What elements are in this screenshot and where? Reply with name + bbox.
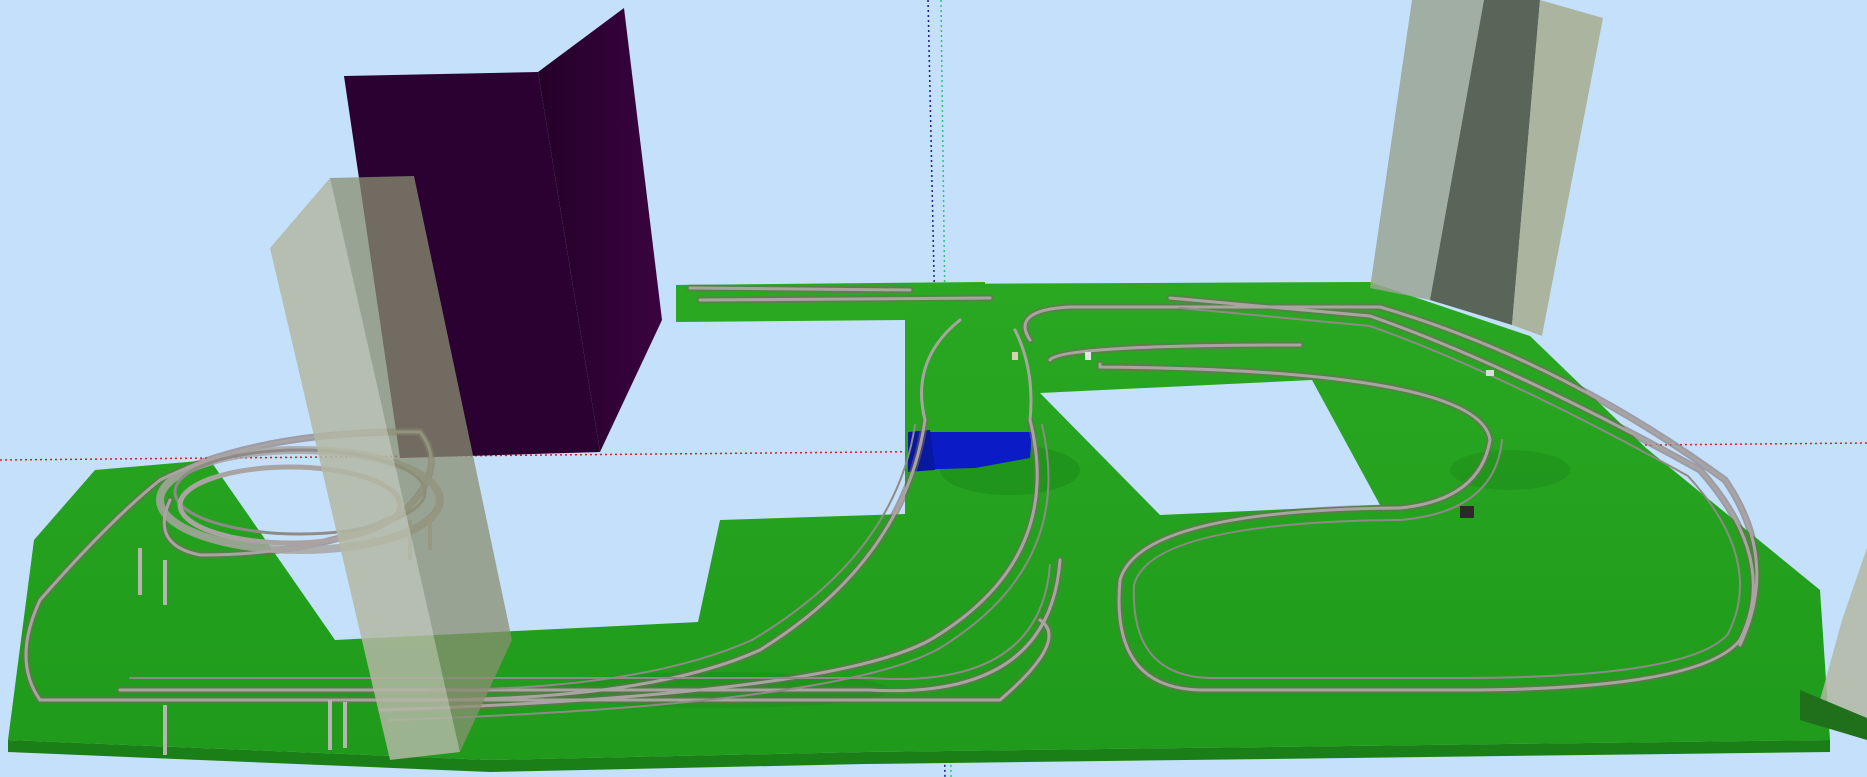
3d-viewport[interactable] [0,0,1867,777]
tall-building-light-right[interactable] [1370,0,1603,336]
scene-canvas[interactable] [0,0,1867,777]
